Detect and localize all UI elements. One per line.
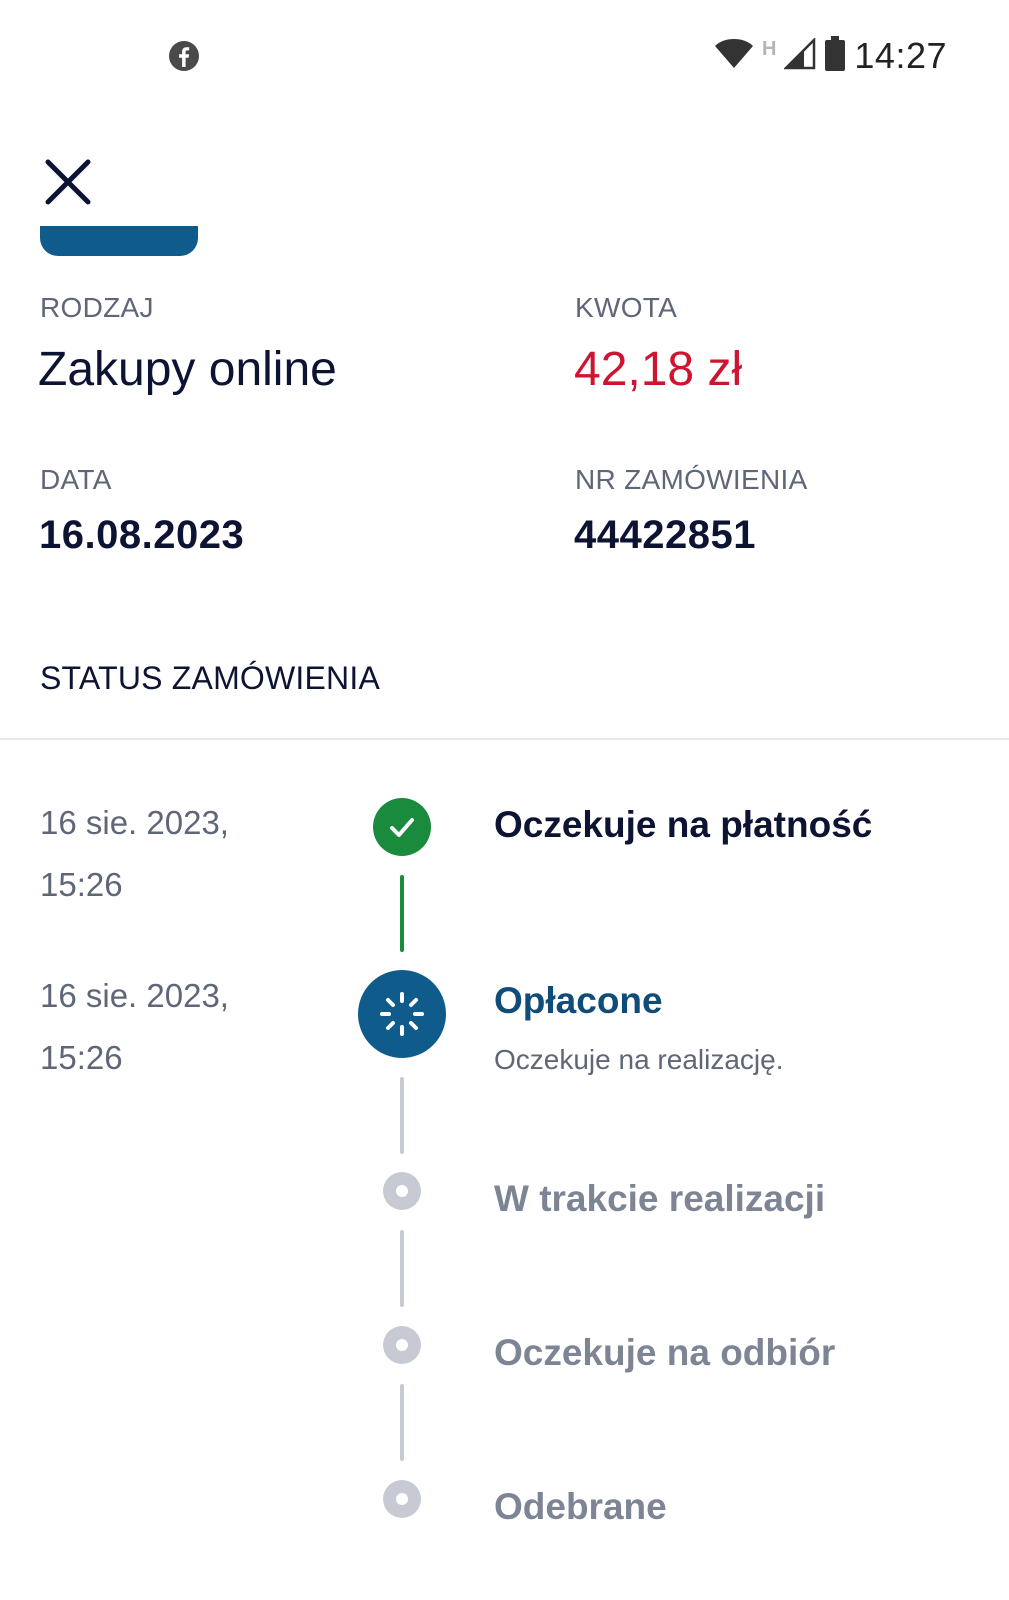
step-5-label: Odebrane [494,1486,667,1527]
facebook-icon [168,40,200,72]
date-value: 16.08.2023 [39,513,245,557]
step-4-label: Oczekuje na odbiór [494,1332,836,1373]
timeline-connector [400,1077,404,1154]
order-number-label: NR ZAMÓWIENIA [575,464,808,495]
network-type-label: H [761,37,777,60]
timeline-connector [400,1384,404,1461]
timeline-connector [400,1230,404,1307]
step-1-label: Oczekuje na płatność [494,804,873,845]
order-number-value: 44422851 [574,513,756,557]
step-pending-indicator [383,1326,421,1364]
wifi-icon [714,38,754,75]
loading-spinner-icon [380,992,424,1036]
check-icon [390,818,414,837]
step-2-sublabel: Oczekuje na realizację. [494,1044,784,1075]
step-pending-indicator [383,1480,421,1518]
close-icon [45,159,91,205]
order-status-title: STATUS ZAMÓWIENIA [40,660,380,696]
type-label: RODZAJ [40,292,154,323]
step-2-date: 16 sie. 2023, [40,977,229,1014]
step-2-time: 15:26 [40,1039,123,1076]
status-icons: H 14:27 [714,35,947,77]
step-done-indicator [373,798,431,856]
step-pending-indicator [383,1172,421,1210]
status-pill [40,226,198,256]
timeline-connector [400,875,404,952]
amount-value: 42,18 zł [574,343,743,396]
status-time: 14:27 [854,35,947,76]
step-1-time: 15:26 [40,866,123,903]
divider [0,738,1009,740]
date-label: DATA [40,464,112,495]
type-value: Zakupy online [38,343,337,396]
step-1-date: 16 sie. 2023, [40,804,229,841]
amount-label: KWOTA [575,292,678,323]
step-3-label: W trakcie realizacji [494,1178,826,1219]
close-button[interactable] [36,150,100,214]
battery-icon [824,35,846,77]
signal-icon [783,36,816,75]
step-2-label: Opłacone [494,980,663,1021]
step-active-indicator [358,970,446,1058]
